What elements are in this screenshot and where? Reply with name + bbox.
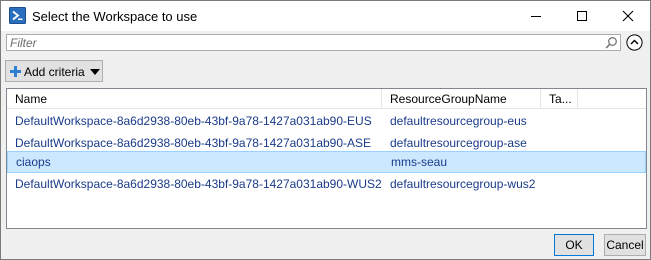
maximize-button[interactable] xyxy=(559,1,605,31)
column-header-empty xyxy=(578,89,646,109)
column-header-tags[interactable]: Ta... xyxy=(541,89,578,109)
dropdown-arrow-icon xyxy=(90,69,100,75)
cell-name: DefaultWorkspace-8a6d2938-80eb-43bf-9a78… xyxy=(15,114,372,128)
search-icon[interactable] xyxy=(605,36,618,49)
window-title: Select the Workspace to use xyxy=(32,9,198,24)
workspace-dialog: Select the Workspace to use Filter Add c… xyxy=(0,0,651,260)
add-criteria-button[interactable]: Add criteria xyxy=(5,60,103,82)
cell-resource-group: defaultresourcegroup-eus xyxy=(390,114,527,128)
table-row-selected[interactable]: ciaops mms-seau xyxy=(7,151,646,173)
cancel-button[interactable]: Cancel xyxy=(604,234,646,256)
column-header-name[interactable]: Name xyxy=(7,89,382,109)
cell-name: ciaops xyxy=(16,155,51,169)
collapse-chevron-up-icon[interactable] xyxy=(626,34,643,51)
add-criteria-label: Add criteria xyxy=(24,65,85,79)
minimize-button[interactable] xyxy=(513,1,559,31)
ok-button[interactable]: OK xyxy=(554,234,594,256)
cell-resource-group: defaultresourcegroup-wus2 xyxy=(390,177,536,191)
filter-input[interactable] xyxy=(10,35,600,50)
title-bar[interactable]: Select the Workspace to use xyxy=(1,1,650,31)
cell-resource-group: mms-seau xyxy=(391,155,448,169)
close-button[interactable] xyxy=(605,1,651,31)
plus-icon xyxy=(10,66,21,77)
minimize-icon xyxy=(531,16,541,17)
table-row[interactable]: DefaultWorkspace-8a6d2938-80eb-43bf-9a78… xyxy=(7,110,646,132)
maximize-icon xyxy=(577,11,587,21)
filter-box xyxy=(6,34,621,51)
table-row[interactable]: DefaultWorkspace-8a6d2938-80eb-43bf-9a78… xyxy=(7,173,646,195)
powershell-icon xyxy=(9,7,26,24)
grid-header: Name ResourceGroupName Ta... xyxy=(7,89,646,109)
workspace-grid: Name ResourceGroupName Ta... DefaultWork… xyxy=(6,88,647,229)
close-icon xyxy=(622,10,634,22)
cell-name: DefaultWorkspace-8a6d2938-80eb-43bf-9a78… xyxy=(15,177,382,191)
column-header-resource-group[interactable]: ResourceGroupName xyxy=(382,89,541,109)
